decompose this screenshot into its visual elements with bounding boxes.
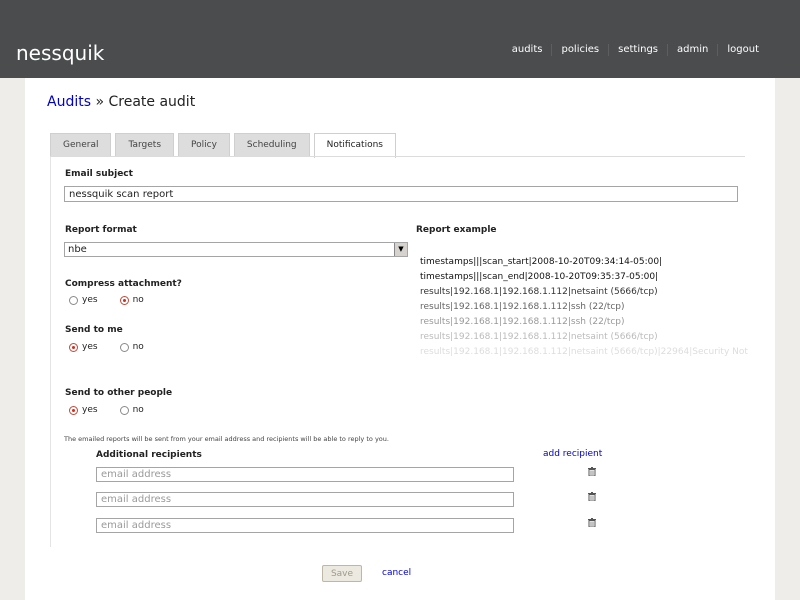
main-nav: audits policies settings admin logout: [503, 44, 768, 56]
tab-general[interactable]: General: [50, 133, 112, 156]
report-example-lines: timestamps|||scan_start|2008-10-20T09:34…: [420, 255, 748, 360]
compress-radio-group: yes no: [69, 295, 166, 305]
tab-notifications[interactable]: Notifications: [313, 133, 396, 158]
top-bar: nessquik audits policies settings admin …: [0, 0, 800, 78]
email-subject-label: Email subject: [65, 169, 133, 179]
breadcrumb-separator: »: [95, 94, 105, 110]
send-to-me-no-option[interactable]: no: [119, 342, 144, 352]
send-to-others-yes-option[interactable]: yes: [69, 405, 98, 415]
radio-icon[interactable]: [119, 342, 129, 352]
save-button[interactable]: Save: [322, 565, 362, 582]
report-example-label: Report example: [416, 225, 497, 235]
chevron-down-icon[interactable]: ▼: [394, 243, 407, 256]
radio-selected-icon[interactable]: [119, 295, 129, 305]
radio-icon[interactable]: [69, 295, 78, 305]
send-to-others-no-option[interactable]: no: [119, 405, 144, 415]
send-to-me-yes-option[interactable]: yes: [69, 342, 98, 352]
reply-note: The emailed reports will be sent from yo…: [64, 435, 389, 443]
content-page: Audits » Create audit General Targets Po…: [25, 78, 775, 600]
send-to-me-radio-group: yes no: [69, 342, 166, 352]
tab-bar: General Targets Policy Scheduling Notifi…: [50, 133, 400, 158]
report-example-line: timestamps|||scan_end|2008-10-20T09:35:3…: [420, 272, 659, 282]
recipient-email-input[interactable]: [96, 467, 514, 482]
send-to-others-no-label: no: [132, 405, 144, 415]
nav-audits[interactable]: audits: [503, 44, 552, 56]
radio-selected-icon[interactable]: [69, 405, 78, 415]
additional-recipients-label: Additional recipients: [96, 450, 202, 460]
panel-border: [50, 157, 51, 547]
send-to-others-yes-label: yes: [82, 405, 98, 415]
report-example-line: results|192.168.1|192.168.1.112|ssh (22/…: [420, 317, 625, 327]
report-example-line: results|192.168.1|192.168.1.112|ssh (22/…: [420, 302, 625, 312]
report-example-line: results|192.168.1|192.168.1.112|netsaint…: [420, 287, 658, 297]
send-to-me-no-label: no: [132, 342, 144, 352]
email-subject-input[interactable]: [64, 186, 738, 202]
report-example-line: timestamps|||scan_start|2008-10-20T09:34…: [420, 257, 663, 267]
send-to-me-yes-label: yes: [82, 342, 98, 352]
nav-settings[interactable]: settings: [608, 44, 667, 56]
send-to-others-radio-group: yes no: [69, 405, 166, 415]
nav-admin[interactable]: admin: [667, 44, 717, 56]
page-title: Create audit: [108, 94, 196, 110]
tab-scheduling[interactable]: Scheduling: [233, 133, 310, 156]
compress-label: Compress attachment?: [65, 279, 182, 289]
report-example-line: results|192.168.1|192.168.1.112|netsaint…: [420, 347, 748, 357]
breadcrumb-audits-link[interactable]: Audits: [47, 94, 91, 110]
breadcrumb: Audits » Create audit: [47, 94, 195, 110]
cancel-link[interactable]: cancel: [382, 568, 411, 578]
tab-divider: [50, 156, 745, 157]
add-recipient-link[interactable]: add recipient: [543, 449, 602, 459]
app-logo: nessquik: [16, 41, 105, 65]
trash-icon[interactable]: [588, 492, 596, 501]
radio-icon[interactable]: [119, 405, 129, 415]
send-to-me-label: Send to me: [65, 325, 123, 335]
compress-no-option[interactable]: no: [119, 295, 144, 305]
compress-yes-option[interactable]: yes: [69, 295, 98, 305]
tab-policy[interactable]: Policy: [178, 133, 230, 156]
trash-icon[interactable]: [588, 518, 596, 527]
tab-targets[interactable]: Targets: [115, 133, 175, 156]
recipient-email-input[interactable]: [96, 492, 514, 507]
report-format-select[interactable]: nbe ▼: [64, 242, 408, 257]
report-format-label: Report format: [65, 225, 137, 235]
nav-policies[interactable]: policies: [551, 44, 608, 56]
compress-no-label: no: [132, 295, 144, 305]
report-example-line: results|192.168.1|192.168.1.112|netsaint…: [420, 332, 658, 342]
nav-logout[interactable]: logout: [717, 44, 768, 56]
send-to-others-label: Send to other people: [65, 388, 173, 398]
compress-yes-label: yes: [82, 295, 98, 305]
radio-selected-icon[interactable]: [69, 342, 78, 352]
trash-icon[interactable]: [588, 467, 596, 476]
report-format-value: nbe: [68, 244, 87, 255]
recipient-email-input[interactable]: [96, 518, 514, 533]
